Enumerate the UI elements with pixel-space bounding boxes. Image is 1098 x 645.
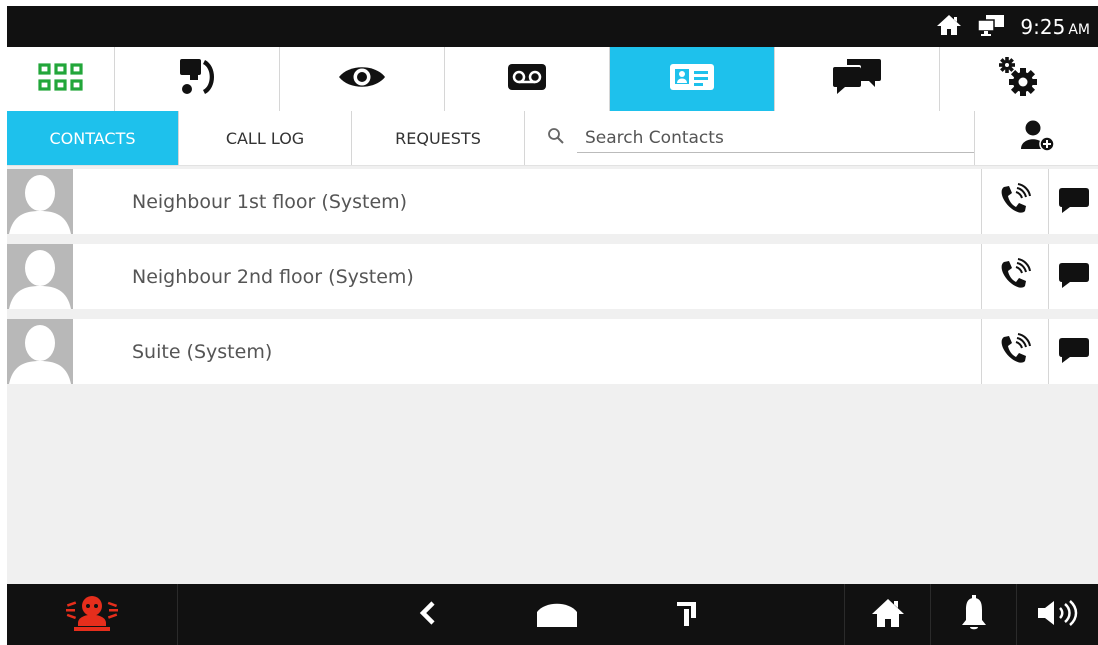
tab-voicemail[interactable] bbox=[445, 47, 610, 111]
search-input[interactable] bbox=[577, 123, 974, 153]
chat-icon bbox=[831, 57, 883, 101]
clock-ampm: AM bbox=[1068, 21, 1090, 38]
phone-call-icon bbox=[998, 332, 1032, 371]
contact-name: Neighbour 2nd floor (System) bbox=[132, 265, 414, 288]
call-button[interactable] bbox=[981, 319, 1048, 384]
top-nav bbox=[7, 47, 1098, 112]
home-button[interactable] bbox=[845, 584, 930, 645]
contact-row[interactable]: Neighbour 1st floor (System) bbox=[7, 169, 1098, 234]
recent-apps-icon bbox=[674, 598, 700, 632]
add-contact-button[interactable] bbox=[975, 111, 1098, 165]
volume-button[interactable] bbox=[1017, 584, 1098, 645]
eye-icon bbox=[337, 62, 387, 96]
tab-settings[interactable] bbox=[940, 47, 1098, 111]
tab-intercom[interactable] bbox=[115, 47, 280, 111]
message-button[interactable] bbox=[1048, 244, 1098, 309]
home-icon bbox=[870, 597, 906, 633]
alarm-button[interactable] bbox=[7, 584, 177, 645]
search-box bbox=[525, 111, 975, 165]
grid-icon bbox=[37, 62, 84, 96]
contact-card-icon bbox=[669, 62, 715, 96]
call-button[interactable] bbox=[981, 169, 1048, 234]
message-bubble-icon bbox=[1058, 261, 1090, 293]
message-button[interactable] bbox=[1048, 169, 1098, 234]
clock: 9:25 AM bbox=[1020, 15, 1090, 39]
back-icon bbox=[418, 600, 436, 630]
recent-apps-button[interactable] bbox=[657, 584, 717, 645]
home-status-icon bbox=[936, 14, 962, 40]
back-button[interactable] bbox=[397, 584, 457, 645]
status-bar: 9:25 AM bbox=[7, 6, 1098, 47]
tab-messages[interactable] bbox=[775, 47, 940, 111]
contact-row[interactable]: Suite (System) bbox=[7, 319, 1098, 384]
message-button[interactable] bbox=[1048, 319, 1098, 384]
phone-call-icon bbox=[998, 182, 1032, 221]
home-shape-icon bbox=[535, 598, 579, 632]
message-bubble-icon bbox=[1058, 336, 1090, 368]
contact-row[interactable]: Neighbour 2nd floor (System) bbox=[7, 244, 1098, 309]
add-person-icon bbox=[1017, 119, 1057, 157]
network-status-icon bbox=[976, 14, 1006, 40]
avatar bbox=[7, 319, 73, 384]
volume-icon bbox=[1036, 599, 1080, 631]
gear-icon bbox=[996, 54, 1042, 104]
bell-icon bbox=[959, 594, 989, 636]
tab-requests[interactable]: REQUESTS bbox=[352, 111, 525, 165]
screen: 9:25 AM CONTACTS CALL LOG REQUESTS Searc… bbox=[7, 6, 1098, 645]
call-button[interactable] bbox=[981, 244, 1048, 309]
search-icon bbox=[547, 127, 565, 149]
tab-call-log[interactable]: CALL LOG bbox=[179, 111, 352, 165]
voicemail-icon bbox=[507, 62, 547, 96]
tab-camera[interactable] bbox=[280, 47, 445, 111]
contact-list: Neighbour 1st floor (System) Neighbour 2… bbox=[7, 169, 1098, 394]
contact-name: Neighbour 1st floor (System) bbox=[132, 190, 408, 213]
tab-contacts-list[interactable]: CONTACTS bbox=[7, 111, 179, 165]
tab-apps[interactable] bbox=[7, 47, 115, 111]
avatar bbox=[7, 169, 73, 234]
contact-name: Suite (System) bbox=[132, 340, 273, 363]
message-bubble-icon bbox=[1058, 186, 1090, 218]
phone-call-icon bbox=[998, 257, 1032, 296]
alarm-icon bbox=[66, 593, 118, 637]
avatar bbox=[7, 244, 73, 309]
tab-contacts[interactable] bbox=[610, 47, 775, 111]
notification-button[interactable] bbox=[931, 584, 1016, 645]
sub-nav: CONTACTS CALL LOG REQUESTS bbox=[7, 111, 1098, 166]
clock-time: 9:25 bbox=[1020, 14, 1066, 39]
intercom-icon bbox=[176, 56, 218, 102]
home-nav-button[interactable] bbox=[522, 584, 592, 645]
bottom-bar bbox=[7, 584, 1098, 645]
